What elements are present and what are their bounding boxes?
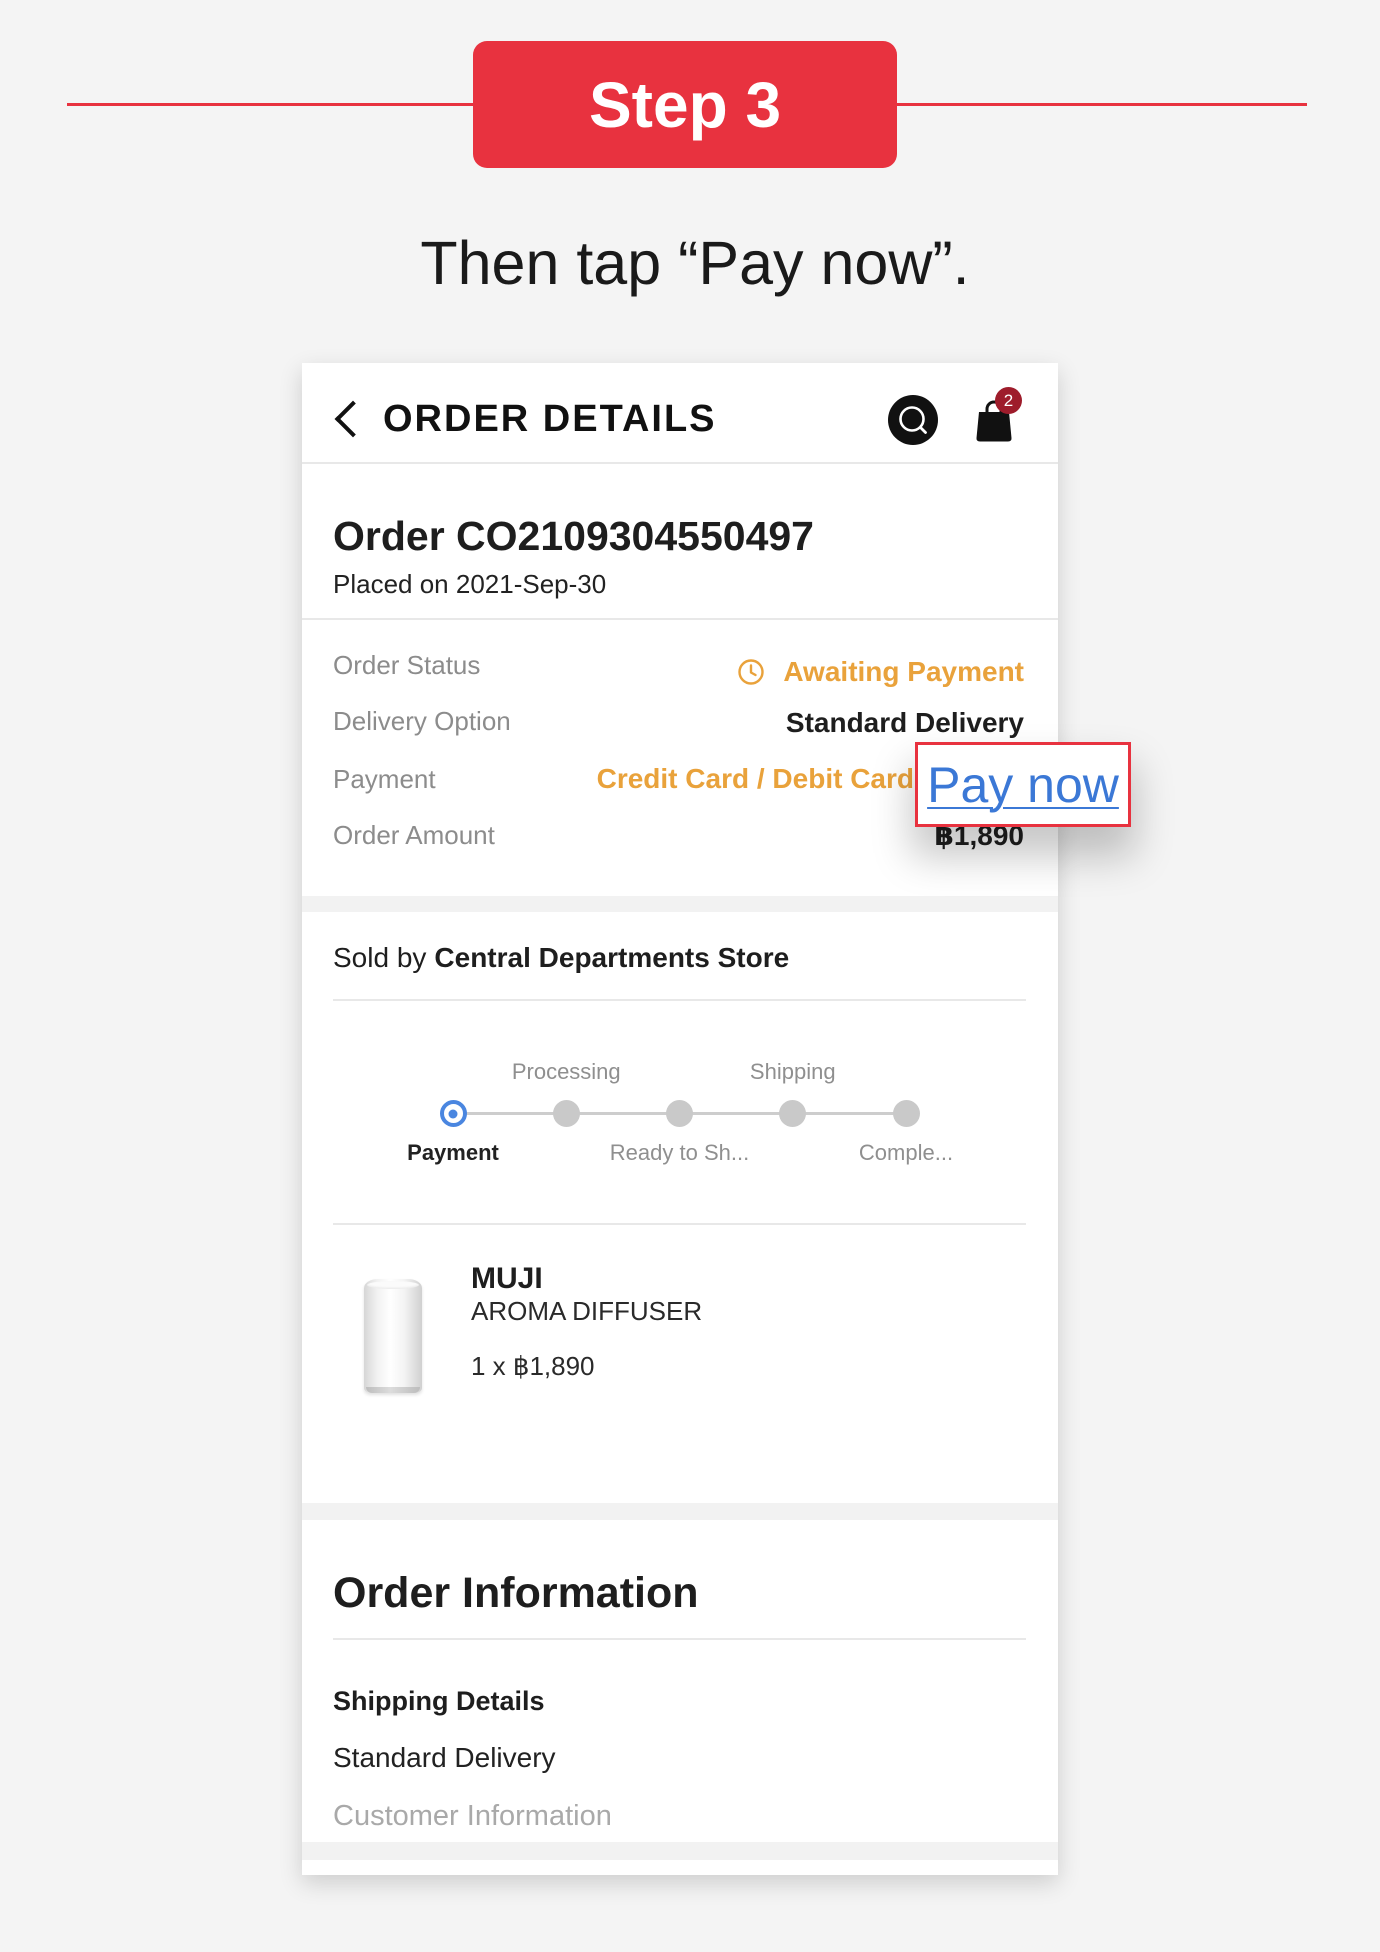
tracker-step-2-dot	[552, 1100, 580, 1127]
payment-method-value: Credit Card / Debit Card	[596, 763, 914, 794]
cart-count-badge: 2	[995, 387, 1022, 414]
detail-label: Order Amount	[333, 820, 495, 850]
seller-divider	[333, 999, 1026, 1001]
section-separator	[302, 1842, 1058, 1860]
section-separator	[302, 1503, 1058, 1520]
detail-label: Delivery Option	[333, 706, 511, 736]
product-image	[360, 1275, 426, 1396]
tracker-step-4-dot	[779, 1100, 807, 1127]
order-information-divider	[333, 1638, 1026, 1640]
tracker-step-2-label: Processing	[511, 1059, 621, 1084]
shipping-details-heading: Shipping Details	[333, 1686, 545, 1716]
customer-information-heading: Customer Information	[333, 1800, 612, 1832]
seller-prefix: Sold by	[333, 942, 427, 973]
chevron-left-icon	[334, 400, 372, 438]
tracker-step-1-dot	[439, 1100, 467, 1127]
detail-label: Order Status	[333, 650, 481, 680]
order-information-title: Order Information	[333, 1569, 699, 1617]
detail-label: Payment	[333, 764, 436, 794]
product-brand: MUJI	[471, 1262, 543, 1295]
delivery-option-value: Standard Delivery	[785, 707, 1024, 738]
search-button[interactable]	[888, 395, 938, 445]
pay-now-callout: Pay now	[915, 742, 1131, 827]
tracker-step-4-label: Shipping	[749, 1059, 836, 1084]
tutorial-page: Step 3 Then tap “Pay now”. ORDER DETAILS…	[0, 0, 1380, 1952]
tracker-step-3-label: Ready to Sh...	[609, 1140, 750, 1165]
product-item[interactable]: MUJI AROMA DIFFUSER 1 x ฿1,890	[302, 1224, 1058, 1503]
order-status-text: Awaiting Payment	[783, 656, 1024, 687]
seller-name: Central Departments Store	[434, 942, 790, 973]
back-button[interactable]	[327, 394, 377, 444]
product-quantity-price: 1 x ฿1,890	[471, 1351, 595, 1381]
order-placed-date: Placed on 2021-Sep-30	[333, 569, 607, 599]
shipping-details-value: Standard Delivery	[333, 1742, 556, 1773]
search-icon	[888, 395, 938, 445]
header-divider	[302, 462, 1058, 464]
section-separator	[302, 896, 1058, 912]
step-badge-label: Step 3	[588, 68, 782, 141]
tracker-step-1-label: Payment	[407, 1140, 499, 1165]
tracker-step-3-dot	[666, 1100, 693, 1127]
detail-row-order-status: Order Status Awaiting Payment	[302, 648, 1058, 692]
order-status-value: Awaiting Payment	[737, 658, 1024, 686]
page-title: ORDER DETAILS	[383, 398, 717, 440]
order-divider	[302, 618, 1058, 620]
aroma-diffuser-image	[364, 1279, 422, 1393]
tracker-step-5-label: Comple...	[858, 1140, 954, 1165]
clock-icon	[738, 659, 765, 685]
product-name: AROMA DIFFUSER	[471, 1296, 703, 1326]
cart-button[interactable]: 2	[970, 387, 1022, 445]
tracker-step-5-dot	[892, 1100, 920, 1127]
order-details-screen: ORDER DETAILS 2 Order CO2109304550497 Pl…	[302, 363, 1058, 1875]
pay-now-link[interactable]: Pay now	[927, 760, 1119, 810]
instruction-text: Then tap “Pay now”.	[420, 229, 970, 297]
seller-line: Sold by Central Departments Store	[333, 944, 789, 972]
order-number: Order CO2109304550497	[333, 513, 814, 559]
step-badge: Step 3	[473, 41, 897, 168]
